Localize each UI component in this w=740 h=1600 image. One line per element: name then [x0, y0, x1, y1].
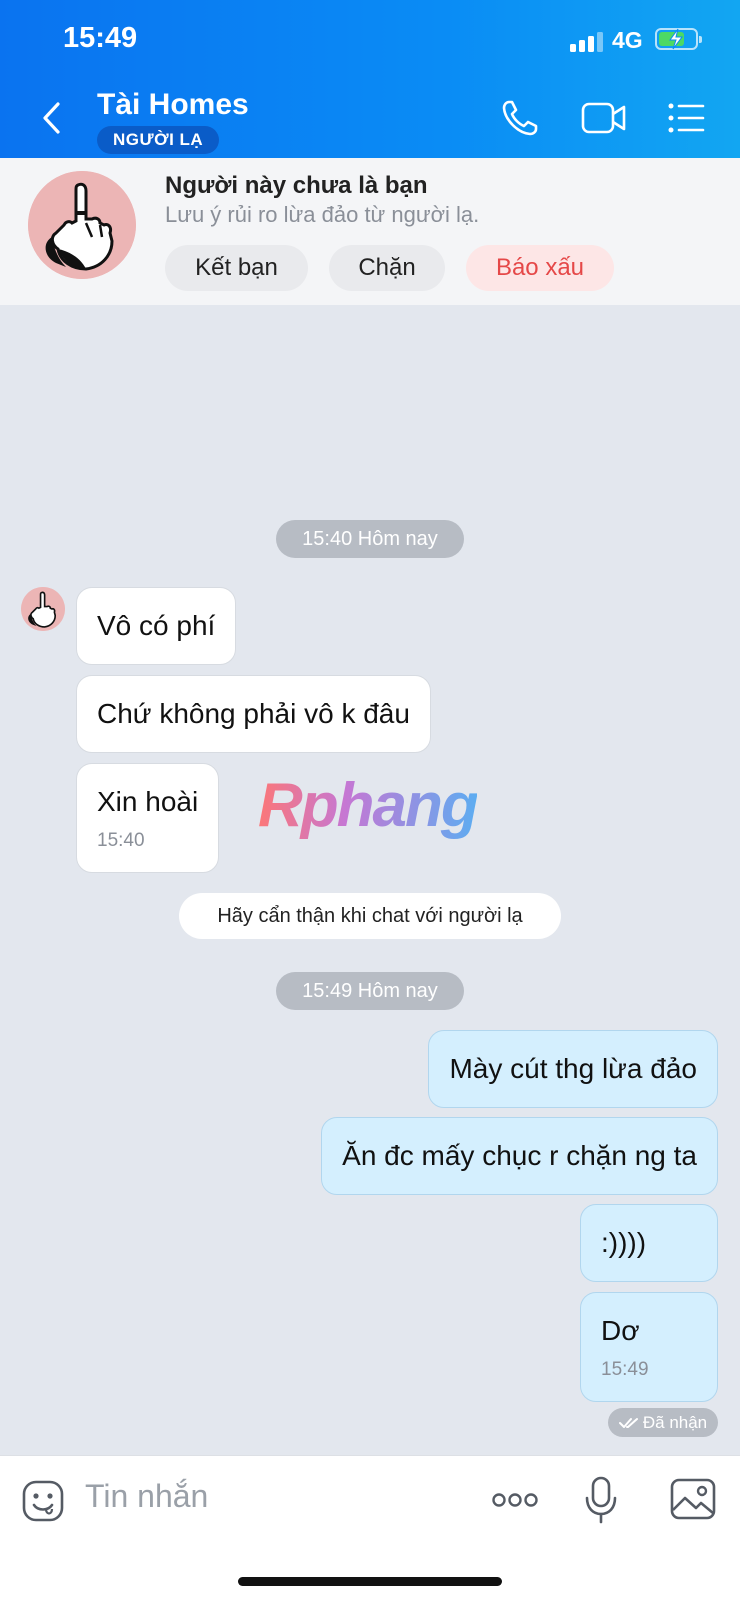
message-text: Ăn đc mấy chục r chặn ng ta — [342, 1140, 697, 1171]
phone-call-icon[interactable] — [500, 98, 540, 143]
message-text: Dơ — [601, 1315, 640, 1346]
message-input[interactable]: Tin nhắn — [85, 1478, 208, 1515]
message-text: Mày cút thg lừa đảo — [449, 1053, 697, 1084]
block-button[interactable]: Chặn — [329, 245, 445, 291]
stranger-notice-title: Người này chưa là bạn — [165, 172, 428, 199]
report-button[interactable]: Báo xấu — [466, 245, 614, 291]
stranger-badge: NGƯỜI LẠ — [97, 126, 220, 154]
sticker-icon[interactable] — [22, 1480, 64, 1527]
message-time: 15:49 — [601, 1359, 649, 1380]
stranger-notice-subtitle: Lưu ý rủi ro lừa đảo từ người lạ. — [165, 202, 480, 227]
home-indicator — [238, 1577, 502, 1586]
sender-avatar[interactable] — [21, 587, 65, 631]
message-text: Xin hoài — [97, 786, 199, 817]
add-friend-button[interactable]: Kết bạn — [165, 245, 308, 291]
watermark-logo: Rphang — [258, 771, 479, 840]
message-text: :)))) — [601, 1227, 647, 1258]
double-check-icon — [618, 1417, 638, 1428]
contact-name[interactable]: Tài Homes — [97, 88, 249, 122]
status-time: 15:49 — [63, 22, 138, 54]
battery-icon — [655, 28, 702, 50]
incoming-message[interactable]: Chứ không phải vô k đâu — [76, 675, 431, 753]
outgoing-message[interactable]: :)))) — [580, 1204, 718, 1282]
message-text: Chứ không phải vô k đâu — [97, 698, 410, 729]
menu-list-icon[interactable] — [666, 98, 706, 143]
outgoing-message[interactable]: Dơ 15:49 — [580, 1292, 718, 1402]
outgoing-message[interactable]: Mày cút thg lừa đảo — [428, 1030, 718, 1108]
delivery-status: Đã nhận — [608, 1408, 718, 1437]
microphone-icon[interactable] — [584, 1476, 618, 1529]
delivery-status-text: Đã nhận — [642, 1412, 708, 1432]
chat-header: 15:49 4G Tài Homes NGƯỜI LẠ — [0, 0, 740, 158]
video-call-icon[interactable] — [580, 98, 628, 143]
stranger-warning: Hãy cẩn thận khi chat với người lạ — [179, 893, 561, 939]
incoming-message[interactable]: Xin hoài 15:40 — [76, 763, 220, 873]
more-options-icon[interactable] — [491, 1490, 539, 1515]
signal-icon — [570, 32, 603, 52]
network-type: 4G — [612, 27, 643, 53]
message-time: 15:40 — [97, 830, 145, 851]
incoming-message[interactable]: Vô có phí — [76, 587, 237, 665]
time-separator: 15:49 Hôm nay — [276, 972, 464, 1010]
outgoing-message[interactable]: Ăn đc mấy chục r chặn ng ta — [321, 1117, 718, 1195]
back-icon[interactable] — [38, 100, 68, 136]
contact-avatar[interactable] — [28, 171, 136, 279]
image-gallery-icon[interactable] — [670, 1478, 716, 1525]
time-separator: 15:40 Hôm nay — [276, 520, 464, 558]
message-text: Vô có phí — [97, 610, 216, 641]
stranger-banner: Người này chưa là bạn Lưu ý rủi ro lừa đ… — [0, 158, 740, 305]
